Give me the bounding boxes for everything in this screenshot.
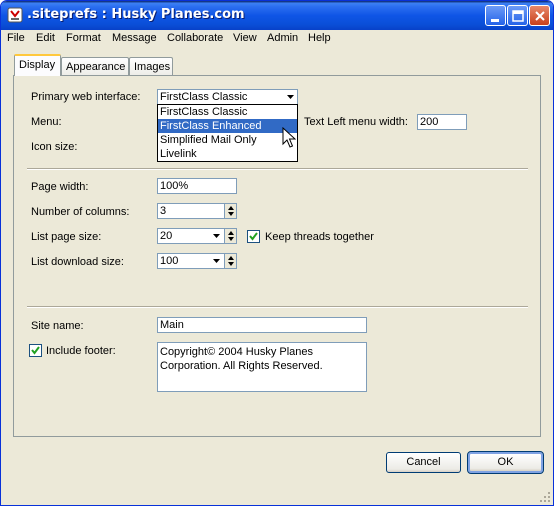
list-page-size-dropdown[interactable]: 20 — [157, 228, 237, 244]
page-width-input[interactable]: 100% — [157, 178, 237, 194]
keep-threads-together-label[interactable]: Keep threads together — [265, 231, 374, 243]
ok-button[interactable]: OK — [467, 451, 544, 474]
site-name-label: Site name: — [31, 320, 84, 332]
keep-threads-together-checkbox[interactable] — [247, 230, 260, 243]
icon-size-label: Icon size: — [31, 141, 78, 153]
form-layer: Primary web interface: FirstClass Classi… — [1, 1, 553, 505]
text-left-menu-width-input[interactable]: 200 — [417, 114, 467, 130]
resize-grip-icon[interactable] — [539, 491, 551, 503]
site-name-input[interactable]: Main — [157, 317, 367, 333]
chevron-down-icon[interactable] — [211, 229, 223, 243]
spinner-arrows-icon[interactable] — [224, 254, 236, 268]
list-page-size-label: List page size: — [31, 231, 102, 243]
include-footer-checkbox[interactable] — [29, 344, 42, 357]
list-option[interactable]: Livelink — [158, 147, 297, 161]
page-width-label: Page width: — [31, 181, 89, 193]
primary-web-interface-label: Primary web interface: — [31, 91, 141, 103]
app-window: .siteprefs : Husky Planes.com File Edit … — [0, 0, 554, 506]
separator — [27, 306, 528, 308]
primary-web-interface-value: FirstClass Classic — [160, 91, 248, 103]
checkmark-icon — [249, 232, 258, 241]
list-download-size-dropdown[interactable]: 100 — [157, 253, 237, 269]
primary-web-interface-dropdown[interactable]: FirstClass Classic — [157, 89, 298, 105]
footer-text-line: Copyright© 2004 Husky Planes — [160, 346, 314, 358]
spinner-arrows-icon[interactable] — [224, 204, 236, 218]
footer-text-line: Corporation. All Rights Reserved. — [160, 360, 323, 372]
spinner-arrows-icon[interactable] — [224, 229, 236, 243]
include-footer-label[interactable]: Include footer: — [46, 345, 116, 357]
chevron-down-icon[interactable] — [284, 90, 297, 104]
footer-textarea[interactable]: Copyright© 2004 Husky Planes Corporation… — [157, 342, 367, 392]
number-of-columns-label: Number of columns: — [31, 206, 130, 218]
mouse-pointer-icon — [282, 127, 296, 148]
number-of-columns-value: 3 — [160, 205, 167, 217]
list-page-size-value: 20 — [160, 230, 173, 242]
list-option-selected[interactable]: FirstClass Enhanced — [158, 119, 297, 133]
list-download-size-label: List download size: — [31, 256, 124, 268]
number-of-columns-stepper[interactable]: 3 — [157, 203, 237, 219]
checkmark-icon — [31, 346, 40, 355]
menu-label: Menu: — [31, 116, 62, 128]
chevron-down-icon[interactable] — [211, 254, 223, 268]
list-option[interactable]: FirstClass Classic — [158, 105, 297, 119]
primary-web-interface-listbox[interactable]: FirstClass Classic FirstClass Enhanced S… — [157, 104, 298, 162]
list-download-size-value: 100 — [160, 255, 179, 267]
text-left-menu-width-label: Text Left menu width: — [304, 116, 408, 128]
cancel-button[interactable]: Cancel — [386, 452, 461, 473]
list-option[interactable]: Simplified Mail Only — [158, 133, 297, 147]
separator — [27, 168, 528, 170]
